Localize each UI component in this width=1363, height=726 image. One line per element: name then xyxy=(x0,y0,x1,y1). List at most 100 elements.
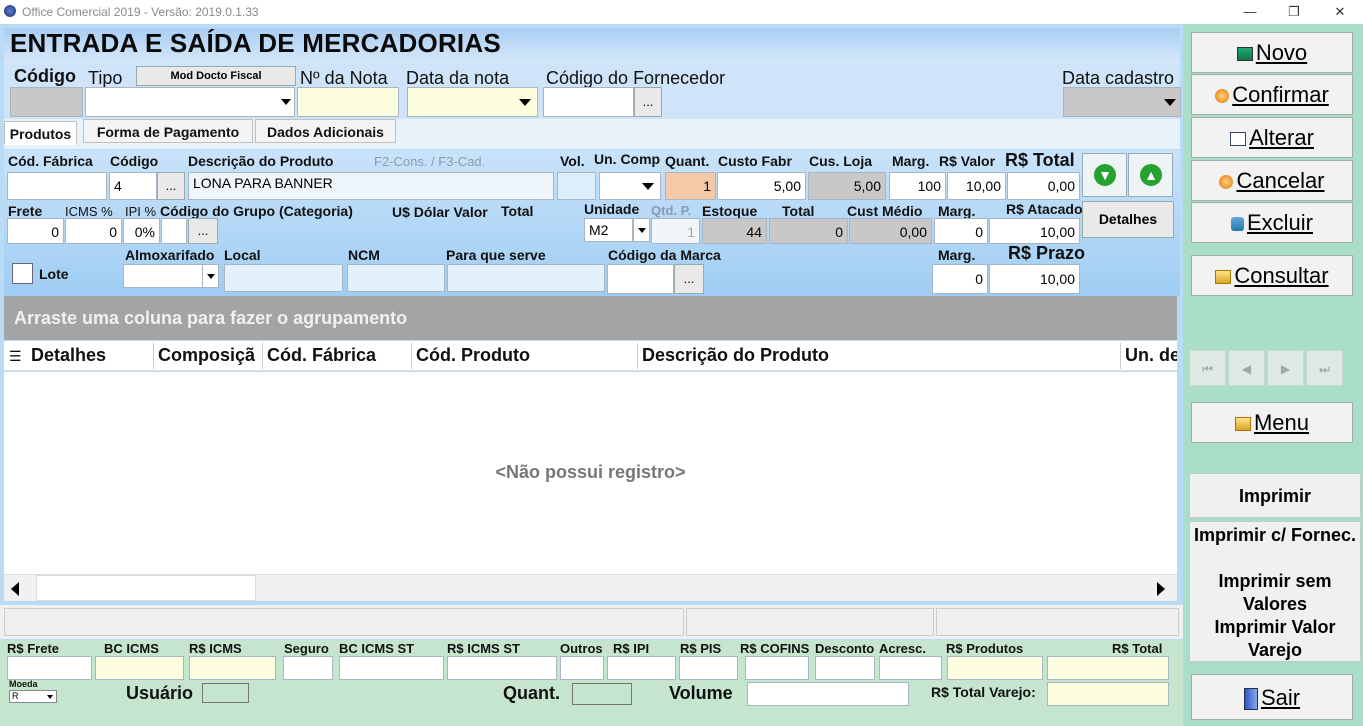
imprimir-sem-valores-button[interactable]: Imprimir sem Valores xyxy=(1203,570,1347,616)
novo-button[interactable]: Novo xyxy=(1191,32,1353,73)
frete-field[interactable]: 0 xyxy=(7,218,64,244)
tipo-select[interactable] xyxy=(85,87,295,117)
cancelar-button[interactable]: Cancelar xyxy=(1191,160,1353,201)
icms-field[interactable]: 0 xyxy=(65,218,122,244)
data-nota-select[interactable] xyxy=(407,87,538,117)
nav-next-button[interactable]: ▶ xyxy=(1267,350,1304,386)
nav-first-button[interactable]: ⏮ xyxy=(1189,350,1226,386)
mod-docto-fiscal-button[interactable]: Mod Docto Fiscal xyxy=(136,66,296,86)
para-que-serve-field[interactable] xyxy=(447,264,605,292)
marg-field[interactable]: 100 xyxy=(889,172,946,200)
qtd-p-field[interactable]: 1 xyxy=(651,218,700,244)
un-comp-select[interactable] xyxy=(599,172,661,200)
tab-produtos[interactable]: Produtos xyxy=(4,121,77,145)
total-icms-st-field[interactable] xyxy=(447,656,557,680)
total-outros-field[interactable] xyxy=(560,656,604,680)
detalhes-button[interactable]: Detalhes xyxy=(1082,201,1174,238)
data-cadastro-select[interactable] xyxy=(1063,87,1181,117)
total-bc-icms-st-field[interactable] xyxy=(339,656,444,680)
col-descricao[interactable]: Descrição do Produto xyxy=(642,345,829,366)
custo-fabr-field[interactable]: 5,00 xyxy=(717,172,806,200)
volume-field[interactable] xyxy=(747,682,909,706)
total2-field[interactable]: 0 xyxy=(769,218,848,244)
col-cod-produto[interactable]: Cód. Produto xyxy=(416,345,530,366)
cus-loja-field[interactable]: 5,00 xyxy=(808,172,886,200)
fornecedor-search-button[interactable]: ... xyxy=(634,87,662,117)
move-up-button[interactable]: ▲ xyxy=(1128,153,1173,197)
grid-body[interactable]: <Não possui registro> xyxy=(4,372,1177,574)
minimize-button[interactable]: — xyxy=(1237,2,1263,22)
marca-field[interactable] xyxy=(607,264,674,294)
menu-button[interactable]: Menu xyxy=(1191,402,1353,443)
total-seguro-field[interactable] xyxy=(283,656,333,680)
cod-fabrica-field[interactable] xyxy=(7,172,107,200)
marg2-field[interactable]: 0 xyxy=(934,218,988,244)
alterar-button[interactable]: Alterar xyxy=(1191,117,1353,158)
nav-last-button[interactable]: ⏭ xyxy=(1306,350,1343,386)
total-ipi-field[interactable] xyxy=(607,656,676,680)
scroll-thumb[interactable] xyxy=(36,575,256,601)
cust-medio-field[interactable]: 0,00 xyxy=(849,218,932,244)
horizontal-scrollbar[interactable] xyxy=(4,574,1177,601)
ncm-field[interactable] xyxy=(347,264,445,292)
prazo-field[interactable]: 10,00 xyxy=(989,264,1080,294)
confirmar-button[interactable]: Confirmar xyxy=(1191,74,1353,115)
produto-codigo-field[interactable]: 4 xyxy=(109,172,157,200)
col-composicao[interactable]: Composiçã xyxy=(158,345,255,365)
produto-search-button[interactable]: ... xyxy=(157,172,185,200)
quant-total-field[interactable] xyxy=(572,683,632,705)
close-button[interactable]: ✕ xyxy=(1327,2,1353,22)
almox-dropdown[interactable] xyxy=(202,264,219,288)
total-acresc-field[interactable] xyxy=(879,656,942,680)
imprimir-fornec-button[interactable]: Imprimir c/ Fornec. xyxy=(1189,524,1361,547)
tab-dados-adicionais[interactable]: Dados Adicionais xyxy=(255,119,396,143)
fornecedor-field[interactable] xyxy=(543,87,634,117)
total-cofins-field[interactable] xyxy=(745,656,809,680)
scroll-right-icon[interactable] xyxy=(1157,582,1165,596)
rs-total-field[interactable]: 0,00 xyxy=(1007,172,1080,200)
total-bc-icms-field[interactable] xyxy=(95,656,184,680)
consultar-button[interactable]: Consultar xyxy=(1191,255,1353,296)
vol-field[interactable] xyxy=(557,172,596,200)
total-icms-field[interactable] xyxy=(189,656,276,680)
scroll-left-icon[interactable] xyxy=(11,582,19,596)
marg3-field[interactable]: 0 xyxy=(932,264,988,294)
almox-select[interactable] xyxy=(123,264,208,288)
col-unidade[interactable]: Un. de xyxy=(1125,345,1177,365)
total-frete-field[interactable] xyxy=(7,656,92,680)
total-geral-field[interactable] xyxy=(1047,656,1169,680)
quant-field[interactable]: 1 xyxy=(665,172,716,200)
ipi-field[interactable]: 0% xyxy=(123,218,160,244)
marca-search-button[interactable]: ... xyxy=(674,264,704,294)
column-chooser-icon[interactable]: ☰ xyxy=(9,348,22,365)
col-detalhes[interactable]: Detalhes xyxy=(31,345,106,366)
lote-checkbox[interactable] xyxy=(12,263,33,284)
local-field[interactable] xyxy=(224,264,343,292)
rs-valor-field[interactable]: 10,00 xyxy=(947,172,1006,200)
codigo-field[interactable] xyxy=(10,87,83,117)
imprimir-button[interactable]: Imprimir xyxy=(1189,473,1361,518)
imprimir-varejo-button[interactable]: Imprimir Valor Varejo xyxy=(1189,616,1361,662)
unidade-select[interactable]: M2 xyxy=(584,218,633,242)
group-by-panel[interactable]: Arraste uma coluna para fazer o agrupame… xyxy=(4,296,1177,340)
tab-forma-pagamento[interactable]: Forma de Pagamento xyxy=(83,119,253,143)
moeda-select[interactable]: R xyxy=(9,690,57,703)
unidade-dropdown[interactable] xyxy=(633,218,650,242)
descricao-field[interactable]: LONA PARA BANNER xyxy=(188,172,554,200)
nav-prev-button[interactable]: ◀ xyxy=(1228,350,1265,386)
col-cod-fabrica[interactable]: Cód. Fábrica xyxy=(267,345,376,366)
nota-field[interactable] xyxy=(297,87,399,117)
grupo-search-button[interactable]: ... xyxy=(188,218,218,244)
total-varejo-field[interactable] xyxy=(1047,682,1169,706)
total-pis-field[interactable] xyxy=(679,656,738,680)
atacado-field[interactable]: 10,00 xyxy=(989,218,1080,244)
grupo-field[interactable] xyxy=(161,218,187,244)
restore-button[interactable]: ❐ xyxy=(1281,2,1307,22)
total-produtos-field[interactable] xyxy=(947,656,1043,680)
move-down-button[interactable]: ▼ xyxy=(1082,153,1127,197)
sair-button[interactable]: Sair xyxy=(1191,674,1353,720)
total-desconto-field[interactable] xyxy=(815,656,875,680)
excluir-button[interactable]: Excluir xyxy=(1191,202,1353,243)
estoque-field[interactable]: 44 xyxy=(702,218,767,244)
usuario-field[interactable] xyxy=(202,683,249,703)
